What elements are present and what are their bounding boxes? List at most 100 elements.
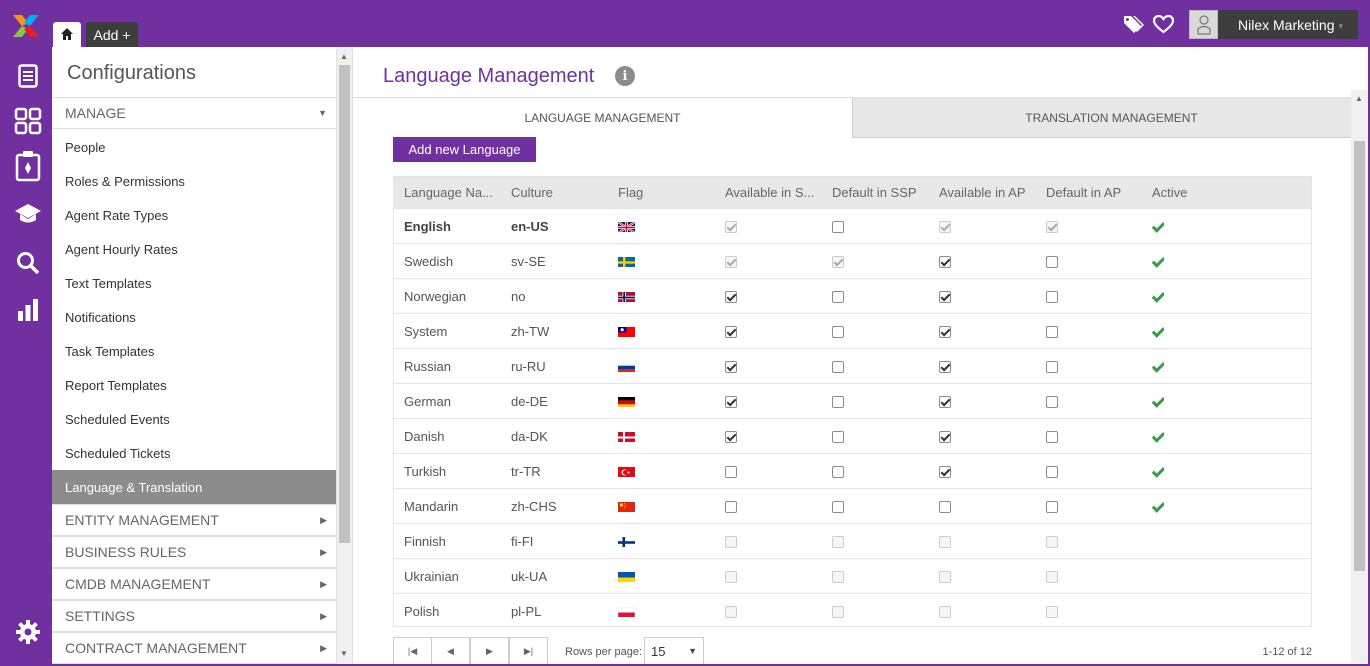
config-scrollbar[interactable]: ▲ ▼ [336, 47, 352, 666]
flag-cell [618, 279, 635, 314]
section-cmdb-management[interactable]: CMDB MANAGEMENT ▶ [52, 568, 336, 600]
last-page-button[interactable]: ▶| [509, 637, 548, 665]
default-ssp-checkbox[interactable] [832, 220, 844, 233]
default-ssp-checkbox[interactable] [832, 500, 844, 513]
default-ap-checkbox[interactable] [1046, 290, 1058, 303]
next-page-button[interactable]: ▶ [470, 637, 509, 665]
menu-item-scheduled-tickets[interactable]: Scheduled Tickets [52, 436, 336, 470]
tab-translation-management[interactable]: TRANSLATION MANAGEMENT [852, 98, 1370, 138]
menu-item-report-templates[interactable]: Report Templates [52, 368, 336, 402]
graduation-cap-icon[interactable] [14, 200, 42, 228]
menu-item-roles-permissions[interactable]: Roles & Permissions [52, 164, 336, 198]
scrollbar-thumb[interactable] [339, 65, 350, 543]
available-ap-checkbox[interactable] [939, 255, 951, 268]
default-ssp-checkbox[interactable] [832, 325, 844, 338]
available-ssp-checkbox[interactable] [725, 395, 737, 408]
table-row[interactable]: Polish pl-PL [394, 593, 1311, 628]
table-row[interactable]: Danish da-DK [394, 418, 1311, 453]
page-title: Language Management [383, 65, 595, 87]
default-ssp-checkbox[interactable] [832, 360, 844, 373]
table-row[interactable]: Finnish fi-FI [394, 523, 1311, 558]
scrollbar-thumb[interactable] [1354, 141, 1365, 571]
first-page-button[interactable]: |◀ [393, 637, 432, 665]
bar-chart-icon[interactable] [14, 296, 42, 324]
available-ssp-checkbox[interactable] [725, 360, 737, 373]
default-ap-checkbox[interactable] [1046, 360, 1058, 373]
rows-per-page-select[interactable]: 15 ▼ [644, 637, 704, 665]
menu-item-agent-rate-types[interactable]: Agent Rate Types [52, 198, 336, 232]
available-ssp-checkbox[interactable] [725, 290, 737, 303]
language-name-cell: English [404, 219, 451, 234]
available-ssp-checkbox[interactable] [725, 430, 737, 443]
default-ssp-checkbox[interactable] [832, 465, 844, 478]
available-ap-checkbox[interactable] [939, 325, 951, 338]
table-row[interactable]: Norwegian no [394, 278, 1311, 313]
section-contract-management[interactable]: CONTRACT MANAGEMENT ▶ [52, 632, 336, 664]
column-header-flag[interactable]: Flag [618, 177, 718, 208]
table-row[interactable]: Ukrainian uk-UA [394, 558, 1311, 593]
table-row[interactable]: System zh-TW [394, 313, 1311, 348]
grid-scrollbar[interactable]: ▲ [1351, 90, 1368, 666]
column-header-default-ap[interactable]: Default in AP [1046, 177, 1146, 208]
section-settings[interactable]: SETTINGS ▶ [52, 600, 336, 632]
available-ap-checkbox[interactable] [939, 430, 951, 443]
default-ssp-checkbox[interactable] [832, 290, 844, 303]
table-row[interactable]: Turkish tr-TR [394, 453, 1311, 488]
section-business-rules[interactable]: BUSINESS RULES ▶ [52, 536, 336, 568]
scroll-down-icon[interactable]: ▼ [340, 649, 348, 658]
menu-item-agent-hourly-rates[interactable]: Agent Hourly Rates [52, 232, 336, 266]
tag-icon[interactable] [1123, 13, 1145, 35]
menu-item-text-templates[interactable]: Text Templates [52, 266, 336, 300]
info-icon[interactable]: i [615, 66, 635, 86]
heart-icon[interactable] [1152, 13, 1174, 35]
menu-item-people[interactable]: People [52, 130, 336, 164]
menu-item-scheduled-events[interactable]: Scheduled Events [52, 402, 336, 436]
menu-item-task-templates[interactable]: Task Templates [52, 334, 336, 368]
gear-icon[interactable] [14, 618, 42, 646]
table-row[interactable]: Mandarin zh-CHS [394, 488, 1311, 523]
section-entity-management[interactable]: ENTITY MANAGEMENT ▶ [52, 504, 336, 536]
default-ap-checkbox[interactable] [1046, 395, 1058, 408]
app-logo-icon[interactable] [13, 15, 39, 37]
available-ap-checkbox[interactable] [939, 360, 951, 373]
available-ssp-checkbox[interactable] [725, 325, 737, 338]
default-ap-checkbox[interactable] [1046, 500, 1058, 513]
menu-item-language-translation[interactable]: Language & Translation [52, 470, 336, 504]
column-header-default-ssp[interactable]: Default in SSP [832, 177, 932, 208]
add-tab-button[interactable]: Add + [86, 22, 138, 48]
default-ssp-checkbox[interactable] [832, 395, 844, 408]
user-menu[interactable]: Nilex Marketing ▾ [1189, 10, 1358, 39]
prev-page-button[interactable]: ◀ [431, 637, 470, 665]
scroll-up-icon[interactable]: ▲ [340, 52, 348, 61]
document-icon[interactable] [14, 62, 42, 90]
search-icon[interactable] [14, 249, 42, 277]
scroll-up-icon[interactable]: ▲ [1355, 94, 1363, 103]
grid-icon[interactable] [14, 107, 42, 135]
clipboard-icon[interactable] [14, 151, 42, 182]
default-ap-checkbox[interactable] [1046, 325, 1058, 338]
available-ap-checkbox[interactable] [939, 500, 951, 513]
column-header-active[interactable]: Active [1152, 177, 1252, 208]
default-ap-checkbox[interactable] [1046, 255, 1058, 268]
column-header-culture[interactable]: Culture [511, 177, 611, 208]
tab-language-management[interactable]: LANGUAGE MANAGEMENT [353, 98, 852, 138]
default-ap-checkbox[interactable] [1046, 430, 1058, 443]
table-row[interactable]: Russian ru-RU [394, 348, 1311, 383]
available-ap-checkbox[interactable] [939, 465, 951, 478]
default-ap-checkbox[interactable] [1046, 465, 1058, 478]
column-header-available-ssp[interactable]: Available in S... [725, 177, 815, 208]
home-tab[interactable] [53, 22, 81, 48]
section-manage[interactable]: MANAGE ▼ [52, 97, 336, 129]
column-header-language[interactable]: Language Na... [404, 177, 504, 208]
available-ssp-checkbox[interactable] [725, 465, 737, 478]
table-row[interactable]: German de-DE [394, 383, 1311, 418]
add-new-language-button[interactable]: Add new Language [393, 137, 536, 162]
table-row[interactable]: English en-US [394, 208, 1311, 243]
column-header-available-ap[interactable]: Available in AP [939, 177, 1039, 208]
table-row[interactable]: Swedish sv-SE [394, 243, 1311, 278]
default-ssp-checkbox[interactable] [832, 430, 844, 443]
available-ssp-checkbox[interactable] [725, 500, 737, 513]
available-ap-checkbox[interactable] [939, 290, 951, 303]
available-ap-checkbox[interactable] [939, 395, 951, 408]
menu-item-notifications[interactable]: Notifications [52, 300, 336, 334]
